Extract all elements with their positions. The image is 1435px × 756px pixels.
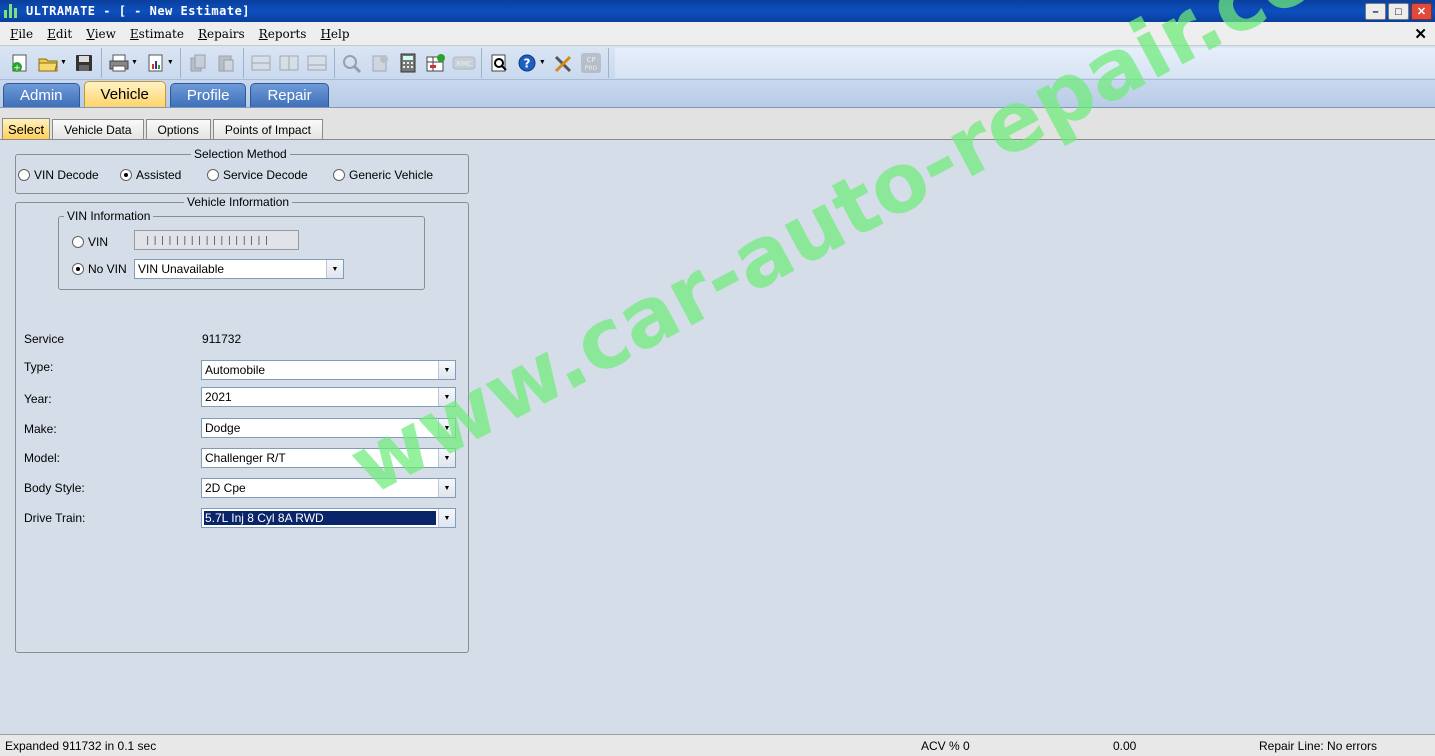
maximize-button[interactable]: □ [1388, 3, 1409, 20]
status-message: Expanded 911732 in 0.1 sec [5, 739, 157, 753]
calculator-icon[interactable] [395, 50, 421, 76]
subtab-vehicle-data[interactable]: Vehicle Data [52, 119, 144, 139]
menu-estimate[interactable]: Estimate [123, 27, 191, 41]
no-vin-reason-value: VIN Unavailable [138, 262, 225, 276]
menu-view[interactable]: View [79, 27, 123, 41]
tab-repair[interactable]: Repair [250, 83, 329, 107]
radio-no-vin-label: No VIN [88, 262, 127, 276]
menu-help[interactable]: Help [313, 27, 356, 41]
report-icon[interactable] [142, 50, 168, 76]
drive-train-value: 5.7L Inj 8 Cyl 8A RWD [204, 511, 436, 525]
sub-tabs: Select Vehicle Data Options Points of Im… [0, 108, 1435, 140]
status-repair-line: Repair Line: No errors [1259, 739, 1378, 753]
pricing-icon[interactable] [367, 50, 393, 76]
close-document-icon[interactable]: ✕ [1414, 25, 1427, 43]
tab-profile[interactable]: Profile [169, 83, 247, 107]
rmc-icon[interactable]: RMC [451, 50, 477, 76]
radio-no-vin-circle[interactable] [72, 263, 84, 275]
subtab-points-of-impact[interactable]: Points of Impact [212, 119, 323, 139]
radio-assisted-circle[interactable] [120, 169, 132, 181]
radio-vin-decode-label: VIN Decode [34, 168, 99, 182]
menu-reports[interactable]: Reports [252, 27, 314, 41]
svg-text:PRO: PRO [584, 65, 597, 72]
status-acv: ACV % 0 [921, 739, 970, 753]
close-window-button[interactable]: ✕ [1411, 3, 1432, 20]
vehicle-information-legend: Vehicle Information [184, 195, 293, 209]
status-amount: 0.00 [1113, 739, 1137, 753]
split-view-icon[interactable] [276, 50, 302, 76]
tools-icon[interactable] [550, 50, 576, 76]
tab-admin[interactable]: Admin [3, 83, 80, 107]
help-dropdown-icon[interactable]: ▼ [539, 59, 546, 66]
type-select[interactable]: Automobile ▼ [201, 360, 456, 380]
open-folder-icon[interactable] [35, 50, 61, 76]
radio-vin-label: VIN [88, 235, 109, 249]
chevron-down-icon[interactable]: ▼ [326, 260, 343, 278]
paste-line-icon[interactable] [213, 50, 239, 76]
chevron-down-icon[interactable]: ▼ [438, 509, 455, 527]
minimize-button[interactable]: – [1365, 3, 1386, 20]
vin-input[interactable]: ||||||||||||||||| [134, 230, 299, 250]
print-icon[interactable] [106, 50, 132, 76]
main-tabs: Admin Vehicle Profile Repair [0, 80, 1435, 108]
help-icon[interactable]: ? [514, 50, 540, 76]
save-icon[interactable] [71, 50, 97, 76]
insert-line-icon[interactable] [248, 50, 274, 76]
preview-icon[interactable] [486, 50, 512, 76]
model-label: Model: [24, 451, 61, 465]
subtab-options[interactable]: Options [145, 119, 211, 139]
subtab-select[interactable]: Select [2, 118, 51, 139]
radio-generic-vehicle-circle[interactable] [333, 169, 345, 181]
status-bar: Expanded 911732 in 0.1 sec ACV % 0 0.00 … [0, 734, 1435, 756]
app-logo-icon [4, 4, 20, 18]
radio-vin-decode-circle[interactable] [18, 169, 30, 181]
radio-service-decode-label: Service Decode [223, 168, 308, 182]
radio-service-decode[interactable]: Service Decode [207, 168, 308, 182]
radio-assisted[interactable]: Assisted [120, 168, 181, 182]
type-label: Type: [24, 360, 54, 374]
service-label: Service [24, 332, 65, 346]
open-dropdown-icon[interactable]: ▼ [60, 59, 67, 66]
make-label: Make: [24, 422, 57, 436]
menu-edit[interactable]: Edit [40, 27, 79, 41]
radio-generic-vehicle-label: Generic Vehicle [349, 168, 434, 182]
window-title: ULTRAMATE - [ - New Estimate] [26, 4, 251, 18]
service-value: 911732 [202, 332, 242, 346]
cp-pro-icon[interactable]: CP PRO [578, 50, 604, 76]
chevron-down-icon[interactable]: ▼ [438, 479, 455, 497]
radio-vin-decode[interactable]: VIN Decode [18, 168, 99, 182]
tab-vehicle[interactable]: Vehicle [83, 81, 166, 107]
svg-text:+: + [13, 63, 21, 73]
radio-vin-circle[interactable] [72, 236, 84, 248]
svg-text:CP: CP [586, 56, 595, 64]
year-label: Year: [24, 392, 52, 406]
radio-no-vin[interactable]: No VIN [72, 262, 127, 276]
vin-information-legend: VIN Information [64, 209, 154, 223]
search-parts-icon[interactable] [339, 50, 365, 76]
type-value: Automobile [205, 363, 266, 377]
radio-assisted-label: Assisted [136, 168, 182, 182]
menu-repairs[interactable]: Repairs [191, 27, 252, 41]
body-style-label: Body Style: [24, 481, 85, 495]
radio-generic-vehicle[interactable]: Generic Vehicle [333, 168, 433, 182]
menu-file[interactable]: File [3, 27, 40, 41]
selection-method-legend: Selection Method [191, 147, 290, 161]
drive-train-label: Drive Train: [24, 511, 86, 525]
svg-text:RMC: RMC [456, 60, 472, 68]
report-dropdown-icon[interactable]: ▼ [167, 59, 174, 66]
svg-text:?: ? [523, 56, 530, 70]
new-estimate-icon[interactable]: + [7, 50, 33, 76]
drive-train-select[interactable]: 5.7L Inj 8 Cyl 8A RWD ▼ [201, 508, 456, 528]
radio-vin[interactable]: VIN [72, 235, 108, 249]
print-dropdown-icon[interactable]: ▼ [131, 59, 138, 66]
layout-view-icon[interactable] [304, 50, 330, 76]
radio-service-decode-circle[interactable] [207, 169, 219, 181]
no-vin-reason-select[interactable]: VIN Unavailable ▼ [134, 259, 344, 279]
copy-line-icon[interactable] [185, 50, 211, 76]
estimate-totals-icon[interactable] [423, 50, 449, 76]
